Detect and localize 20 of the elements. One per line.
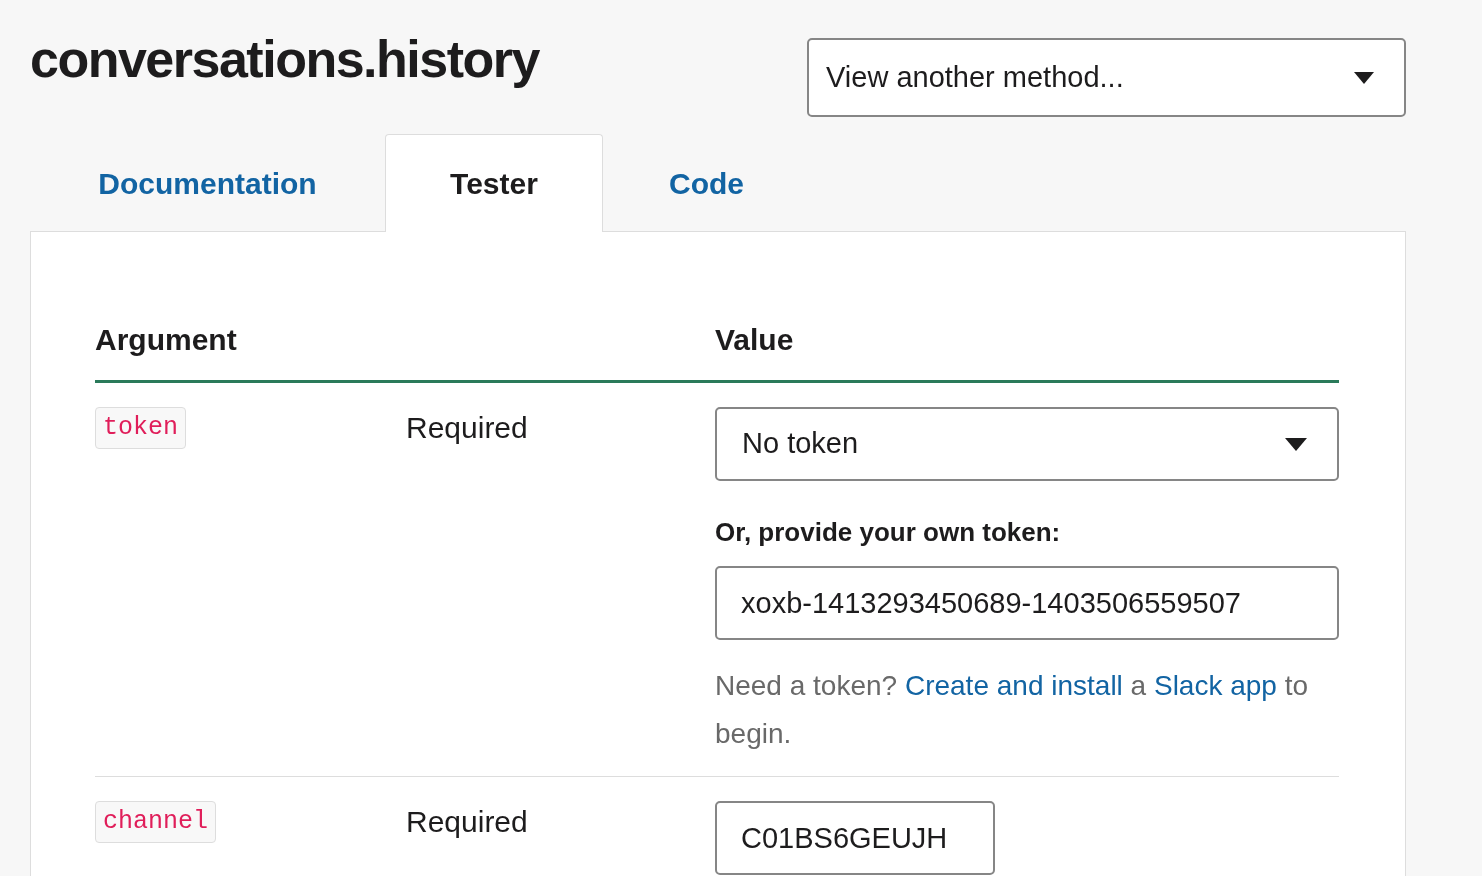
requirement-label: Required (406, 411, 528, 444)
requirement-label: Required (406, 805, 528, 838)
column-header: Value (715, 322, 795, 358)
help-text: Need a token? Create and install a Slack app to begin. (715, 669, 1310, 751)
input-field[interactable]: C01BS6GEUJH (715, 801, 995, 875)
argument-name: channel (95, 801, 217, 843)
argument-name: token (95, 407, 186, 449)
tab[interactable]: Tester (385, 134, 603, 232)
tab[interactable]: Code (603, 134, 810, 231)
page-title: conversations.history (30, 29, 539, 90)
token-dropdown[interactable]: No token (715, 407, 1339, 481)
link[interactable]: Slack app (1153, 670, 1277, 701)
link[interactable]: Create and install (904, 670, 1123, 701)
method-dropdown[interactable]: View another method... (807, 38, 1406, 117)
tab[interactable]: Documentation (30, 134, 385, 231)
input-field[interactable]: xoxb-1413293450689-1403506559507 (715, 566, 1339, 640)
caret-icon (1354, 71, 1374, 84)
field-label: Or, provide your own token: (715, 516, 1062, 549)
column-header: Argument (95, 322, 238, 358)
caret-icon (1285, 437, 1307, 451)
